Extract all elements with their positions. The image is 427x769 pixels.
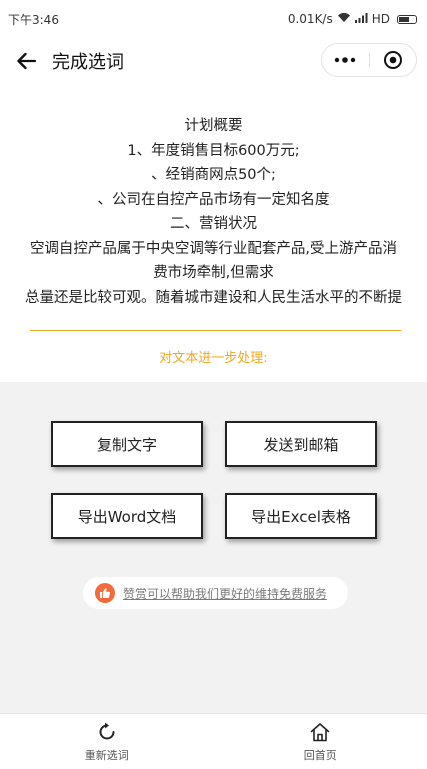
- battery-icon: [397, 14, 417, 24]
- text-line: 、经销商网点50个;: [151, 167, 276, 183]
- target-circle-icon: [383, 51, 402, 69]
- tab-reselect[interactable]: 重新选词: [0, 714, 214, 769]
- bottom-tab-bar: 重新选词 回首页: [0, 713, 427, 769]
- text-line: 1、年度销售目标600万元;: [127, 142, 300, 159]
- reward-text: 赞赏可以帮助我们更好的维持免费服务: [123, 586, 328, 601]
- wifi-icon: [337, 12, 351, 26]
- hd-label: HD: [371, 12, 390, 26]
- copy-text-button[interactable]: 复制文字: [51, 421, 203, 467]
- process-label: 对文本进一步处理:: [159, 351, 268, 366]
- tab-home[interactable]: 回首页: [214, 714, 427, 769]
- tab-label: 回首页: [303, 748, 337, 762]
- text-line: 空调自控产品属于中央空调等行业配套产品,受上游产品消: [29, 240, 398, 257]
- back-button[interactable]: [2, 38, 50, 84]
- close-mini-program-button[interactable]: [370, 44, 417, 76]
- recognized-text[interactable]: 计划概要 1、年度销售目标600万元; 、经销商网点50个; 、公司在自控产品市…: [0, 114, 427, 310]
- status-indicators: 0.01K/s HD: [288, 12, 417, 26]
- send-email-button[interactable]: 发送到邮箱: [225, 421, 377, 467]
- status-bar: 下午3:46 0.01K/s HD: [0, 0, 427, 38]
- more-dots-icon: [335, 57, 356, 63]
- nav-bar: 完成选词: [0, 38, 427, 84]
- status-time: 下午3:46: [8, 12, 59, 27]
- export-word-button[interactable]: 导出Word文档: [51, 493, 203, 539]
- orange-divider: [30, 330, 401, 331]
- reward-link[interactable]: 赞赏可以帮助我们更好的维持免费服务: [83, 577, 348, 609]
- text-line: 二、营销状况: [170, 216, 257, 232]
- tab-label: 重新选词: [84, 748, 129, 762]
- text-line: 费市场牵制,但需求: [153, 265, 274, 281]
- mini-program-capsule: [321, 43, 417, 77]
- recognized-text-panel: 计划概要 1、年度销售目标600万元; 、经销商网点50个; 、公司在自控产品市…: [0, 84, 427, 382]
- thumbs-up-icon: [95, 583, 115, 603]
- export-excel-button[interactable]: 导出Excel表格: [225, 493, 377, 539]
- home-icon: [310, 722, 330, 741]
- text-line: 计划概要: [184, 118, 243, 134]
- back-arrow-icon: [17, 52, 36, 70]
- text-line: 总量还是比较可观。随着城市建设和人民生活水平的不断提: [25, 289, 402, 306]
- more-button[interactable]: [322, 44, 369, 76]
- network-speed: 0.01K/s: [287, 12, 333, 26]
- signal-icon: [354, 12, 368, 26]
- refresh-icon: [99, 722, 115, 739]
- page-title: 完成选词: [52, 52, 124, 73]
- text-line: 、公司在自控产品市场有一定知名度: [97, 191, 330, 208]
